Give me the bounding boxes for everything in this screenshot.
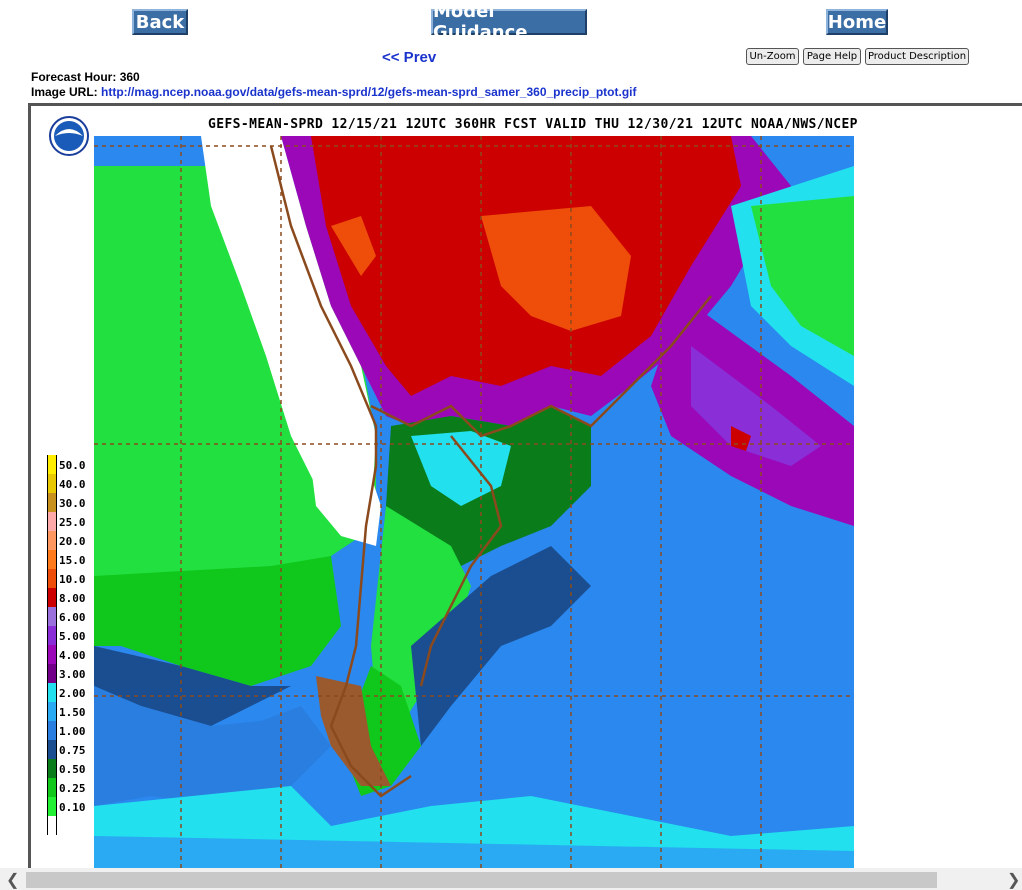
- scroll-left-icon[interactable]: ❮: [6, 870, 19, 890]
- legend-label: 0.25: [59, 782, 86, 795]
- product-description-button[interactable]: Product Description: [865, 48, 969, 65]
- legend-swatch: [47, 626, 57, 645]
- legend-item: 0.25: [47, 778, 127, 797]
- legend-label: 50.0: [59, 459, 86, 472]
- legend-label: 8.00: [59, 592, 86, 605]
- legend-label: 30.0: [59, 497, 86, 510]
- legend-item: 2.00: [47, 683, 127, 702]
- legend-label: 0.50: [59, 763, 86, 776]
- forecast-hour-value: 360: [119, 70, 140, 84]
- legend-swatch: [47, 550, 57, 569]
- legend-swatch: [47, 721, 57, 740]
- legend-label: 1.50: [59, 706, 86, 719]
- horizontal-scrollbar[interactable]: ❮ ❯: [0, 868, 1022, 890]
- prev-link[interactable]: << Prev: [382, 49, 436, 66]
- legend-label: 1.00: [59, 725, 86, 738]
- legend-swatch: [47, 588, 57, 607]
- forecast-map-frame: [28, 103, 1022, 873]
- unzoom-button[interactable]: Un-Zoom: [746, 48, 799, 65]
- legend-swatch: [47, 778, 57, 797]
- legend-swatch: [47, 569, 57, 588]
- legend-swatch: [47, 455, 57, 474]
- legend-swatch: [47, 493, 57, 512]
- back-button[interactable]: Back: [132, 9, 188, 35]
- legend-item: 40.0: [47, 474, 127, 493]
- forecast-hour: Forecast Hour: 360: [31, 70, 140, 84]
- legend-item: 50.0: [47, 455, 127, 474]
- legend-swatch: [47, 759, 57, 778]
- legend-label: 20.0: [59, 535, 86, 548]
- legend-item: 20.0: [47, 531, 127, 550]
- legend-swatch: [47, 797, 57, 816]
- legend-item: [47, 816, 127, 835]
- legend-swatch: [47, 702, 57, 721]
- legend-swatch: [47, 531, 57, 550]
- legend-label: 6.00: [59, 611, 86, 624]
- legend-label: 4.00: [59, 649, 86, 662]
- legend-swatch: [47, 607, 57, 626]
- legend-label: 3.00: [59, 668, 86, 681]
- home-button[interactable]: Home: [826, 9, 888, 35]
- legend-label: 0.75: [59, 744, 86, 757]
- legend-item: 5.00: [47, 626, 127, 645]
- legend-swatch: [47, 816, 57, 835]
- legend-swatch: [47, 474, 57, 493]
- legend-label: 2.00: [59, 687, 86, 700]
- legend-label: 5.00: [59, 630, 86, 643]
- legend-item: 8.00: [47, 588, 127, 607]
- page-help-button[interactable]: Page Help: [803, 48, 861, 65]
- legend-item: 3.00: [47, 664, 127, 683]
- legend-label: 40.0: [59, 478, 86, 491]
- legend-item: 10.0: [47, 569, 127, 588]
- noaa-logo-icon: [49, 116, 89, 156]
- legend-item: 4.00: [47, 645, 127, 664]
- image-url-link[interactable]: http://mag.ncep.noaa.gov/data/gefs-mean-…: [101, 85, 636, 99]
- legend-swatch: [47, 740, 57, 759]
- scrollbar-thumb[interactable]: [26, 872, 937, 888]
- legend-label: 25.0: [59, 516, 86, 529]
- legend-label: 15.0: [59, 554, 86, 567]
- legend-swatch: [47, 664, 57, 683]
- legend-item: 30.0: [47, 493, 127, 512]
- legend-item: 15.0: [47, 550, 127, 569]
- legend-item: 0.50: [47, 759, 127, 778]
- image-url: Image URL: http://mag.ncep.noaa.gov/data…: [31, 85, 637, 99]
- legend-label: 0.10: [59, 801, 86, 814]
- model-guidance-button[interactable]: Model Guidance: [431, 1, 587, 43]
- image-url-label: Image URL:: [31, 85, 98, 99]
- legend-item: 25.0: [47, 512, 127, 531]
- legend-label: 10.0: [59, 573, 86, 586]
- legend-item: 1.50: [47, 702, 127, 721]
- forecast-hour-label: Forecast Hour:: [31, 70, 117, 84]
- legend-item: 0.10: [47, 797, 127, 816]
- map-title: GEFS-MEAN-SPRD 12/15/21 12UTC 360HR FCST…: [208, 117, 858, 132]
- legend-item: 1.00: [47, 721, 127, 740]
- legend-swatch: [47, 512, 57, 531]
- forecast-map[interactable]: [31, 106, 1022, 873]
- legend-swatch: [47, 683, 57, 702]
- legend-item: 0.75: [47, 740, 127, 759]
- scroll-right-icon[interactable]: ❯: [1007, 870, 1020, 890]
- legend-swatch: [47, 645, 57, 664]
- legend-item: 6.00: [47, 607, 127, 626]
